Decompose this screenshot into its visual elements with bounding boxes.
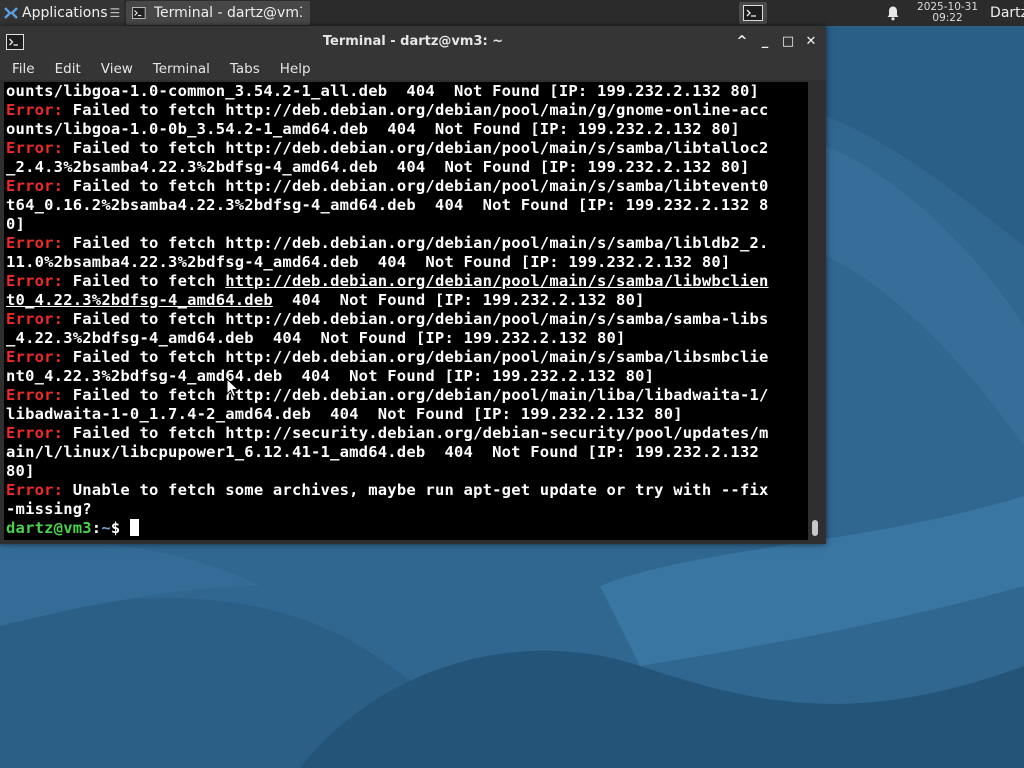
terminal-line: libadwaita-1-0_1.7.4-2_amd64.deb 404 Not…	[6, 405, 769, 424]
taskbar-terminal-label: Terminal - dartz@vm3: ~	[153, 5, 302, 21]
terminal-text: ounts/libgoa-1.0-common_3.54.2-1_all.deb…	[6, 82, 760, 100]
error-label: Error:	[6, 424, 64, 442]
window-titlebar[interactable]: Terminal - dartz@vm3: ~ ^ _ □ ✕	[0, 26, 826, 58]
error-label: Error:	[6, 101, 64, 119]
menu-edit[interactable]: Edit	[45, 61, 91, 77]
prompt-path: ~	[101, 519, 111, 537]
terminal-text: Failed to fetch http://deb.debian.org/de…	[63, 234, 769, 252]
menu-help[interactable]: Help	[270, 61, 321, 77]
error-label: Error:	[6, 348, 64, 366]
terminal-text: Failed to fetch http://deb.debian.org/de…	[63, 177, 769, 195]
xfce-logo-icon	[4, 7, 18, 19]
terminal-line: Error: Failed to fetch http://deb.debian…	[6, 101, 769, 120]
terminal-line: ounts/libgoa-1.0-0b_3.54.2-1_amd64.deb 4…	[6, 120, 769, 139]
terminal-text: nt0_4.22.3%2bdfsg-4_amd64.deb 404 Not Fo…	[6, 367, 655, 385]
terminal-text: t64_0.16.2%2bsamba4.22.3%2bdfsg-4_amd64.…	[6, 196, 769, 214]
error-label: Error:	[6, 139, 64, 157]
error-label: Error:	[6, 234, 64, 252]
terminal-output-area[interactable]: ounts/libgoa-1.0-common_3.54.2-1_all.deb…	[4, 82, 808, 540]
error-label: Error:	[6, 310, 64, 328]
mouse-pointer-icon	[226, 378, 240, 398]
terminal-line: Error: Failed to fetch http://deb.debian…	[6, 348, 769, 367]
terminal-line: ain/l/linux/libcpupower1_6.12.41-1_amd64…	[6, 443, 769, 462]
terminal-line: ounts/libgoa-1.0-common_3.54.2-1_all.deb…	[6, 82, 769, 101]
terminal-line: 11.0%2bsamba4.22.3%2bdfsg-4_amd64.deb 40…	[6, 253, 769, 272]
terminal-text: Failed to fetch	[63, 272, 226, 290]
terminal-line: Error: Failed to fetch http://deb.debian…	[6, 234, 769, 253]
applications-menu-button[interactable]: Applications ☰	[0, 0, 125, 26]
terminal-text: Failed to fetch http://deb.debian.org/de…	[63, 139, 769, 157]
taskbar-terminal-button[interactable]: Terminal - dartz@vm3: ~	[126, 1, 311, 25]
terminal-line: Error: Failed to fetch http://deb.debian…	[6, 139, 769, 158]
terminal-text: Failed to fetch http://deb.debian.org/de…	[63, 310, 769, 328]
window-close-button[interactable]: ✕	[803, 34, 819, 50]
terminal-icon	[132, 7, 146, 19]
error-label: Error:	[6, 386, 64, 404]
terminal-line: t64_0.16.2%2bsamba4.22.3%2bdfsg-4_amd64.…	[6, 196, 769, 215]
terminal-text: 11.0%2bsamba4.22.3%2bdfsg-4_amd64.deb 40…	[6, 253, 731, 271]
window-minimize-button[interactable]: _	[757, 34, 773, 50]
terminal-line: 80]	[6, 462, 769, 481]
error-label: Error:	[6, 272, 64, 290]
terminal-line: Error: Failed to fetch http://deb.debian…	[6, 310, 769, 329]
error-label: Error:	[6, 481, 64, 499]
clock-time: 09:22	[932, 12, 963, 24]
menu-bar: File Edit View Terminal Tabs Help	[0, 58, 826, 80]
terminal-line: t0_4.22.3%2bdfsg-4_amd64.deb 404 Not Fou…	[6, 291, 769, 310]
terminal-link[interactable]: t0_4.22.3%2bdfsg-4_amd64.deb	[6, 291, 273, 309]
applications-separator: ☰	[109, 6, 121, 20]
terminal-text: libadwaita-1-0_1.7.4-2_amd64.deb 404 Not…	[6, 405, 683, 423]
terminal-line: 0]	[6, 215, 769, 234]
terminal-scrollbar[interactable]	[808, 82, 824, 540]
terminal-text: ounts/libgoa-1.0-0b_3.54.2-1_amd64.deb 4…	[6, 120, 740, 138]
terminal-text: _4.22.3%2bdfsg-4_amd64.deb 404 Not Found…	[6, 329, 626, 347]
terminal-cursor	[129, 519, 139, 536]
terminal-line: Error: Failed to fetch http://deb.debian…	[6, 177, 769, 196]
terminal-line: Error: Failed to fetch http://deb.debian…	[6, 272, 769, 291]
menu-file[interactable]: File	[2, 61, 45, 77]
terminal-window: Terminal - dartz@vm3: ~ ^ _ □ ✕ File Edi…	[0, 26, 826, 544]
terminal-launcher-button[interactable]	[739, 2, 768, 24]
terminal-line: Error: Unable to fetch some archives, ma…	[6, 481, 769, 500]
terminal-text: Failed to fetch http://security.debian.o…	[63, 424, 769, 442]
window-title: Terminal - dartz@vm3: ~	[322, 34, 504, 49]
prompt-colon: :	[91, 519, 102, 537]
terminal-text: ain/l/linux/libcpupower1_6.12.41-1_amd64…	[6, 443, 760, 461]
menu-tabs[interactable]: Tabs	[220, 61, 270, 77]
terminal-text: -missing?	[6, 500, 92, 518]
terminal-text: 0]	[6, 215, 26, 233]
user-menu[interactable]: Dartz	[990, 5, 1024, 21]
error-label: Error:	[6, 177, 64, 195]
menu-view[interactable]: View	[91, 61, 143, 77]
clock[interactable]: 2025-10-31 09:22	[917, 2, 978, 24]
applications-label: Applications	[22, 5, 108, 21]
terminal-text: Failed to fetch http://deb.debian.org/de…	[63, 386, 769, 404]
window-maximize-button[interactable]: □	[780, 34, 796, 50]
scrollbar-thumb[interactable]	[812, 520, 818, 536]
top-panel: Applications ☰ Terminal - dartz@vm3: ~ 2…	[0, 0, 1024, 26]
prompt-symbol: $	[110, 519, 130, 537]
terminal-text: Failed to fetch http://deb.debian.org/de…	[63, 348, 769, 366]
terminal-launcher-icon	[743, 5, 764, 21]
terminal-text: Unable to fetch some archives, maybe run…	[63, 481, 769, 499]
terminal-line: _2.4.3%2bsamba4.22.3%2bdfsg-4_amd64.deb …	[6, 158, 769, 177]
terminal-line: Error: Failed to fetch http://security.d…	[6, 424, 769, 443]
terminal-text: 404 Not Found [IP: 199.232.2.132 80]	[272, 291, 645, 309]
notification-bell-icon[interactable]	[885, 5, 901, 21]
terminal-link[interactable]: http://deb.debian.org/debian/pool/main/s…	[225, 272, 768, 290]
prompt-user-host: dartz@vm3	[6, 519, 92, 537]
terminal-line: nt0_4.22.3%2bdfsg-4_amd64.deb 404 Not Fo…	[6, 367, 769, 386]
terminal-line: _4.22.3%2bdfsg-4_amd64.deb 404 Not Found…	[6, 329, 769, 348]
terminal-text: 80]	[6, 462, 35, 480]
menu-terminal[interactable]: Terminal	[143, 61, 220, 77]
terminal-text: _2.4.3%2bsamba4.22.3%2bdfsg-4_amd64.deb …	[6, 158, 750, 176]
terminal-line: Error: Failed to fetch http://deb.debian…	[6, 386, 769, 405]
terminal-line: -missing?	[6, 500, 769, 519]
window-shade-button[interactable]: ^	[734, 34, 750, 50]
terminal-text: Failed to fetch http://deb.debian.org/de…	[63, 101, 769, 119]
prompt-line[interactable]: dartz@vm3:~$	[6, 519, 769, 538]
terminal-lines: ounts/libgoa-1.0-common_3.54.2-1_all.deb…	[6, 82, 769, 538]
